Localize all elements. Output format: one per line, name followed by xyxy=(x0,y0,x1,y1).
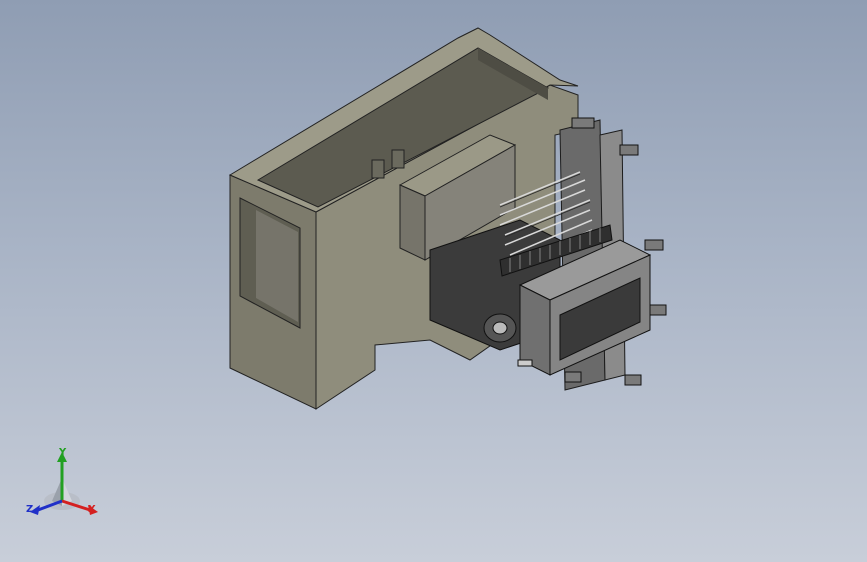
cad-model-view[interactable] xyxy=(0,0,867,562)
bracket-1 xyxy=(371,159,385,179)
adjuster-screw xyxy=(517,359,533,367)
view-orientation-triad[interactable]: Y X Z xyxy=(24,446,104,526)
x-axis-label: X xyxy=(88,504,96,515)
y-axis-label: Y xyxy=(59,447,67,458)
z-axis-label: Z xyxy=(26,504,34,515)
cover-block-front xyxy=(399,184,426,261)
bracket-2 xyxy=(391,149,405,169)
graphics-viewport[interactable]: Y X Z xyxy=(0,0,867,562)
motor-hub xyxy=(492,321,508,335)
